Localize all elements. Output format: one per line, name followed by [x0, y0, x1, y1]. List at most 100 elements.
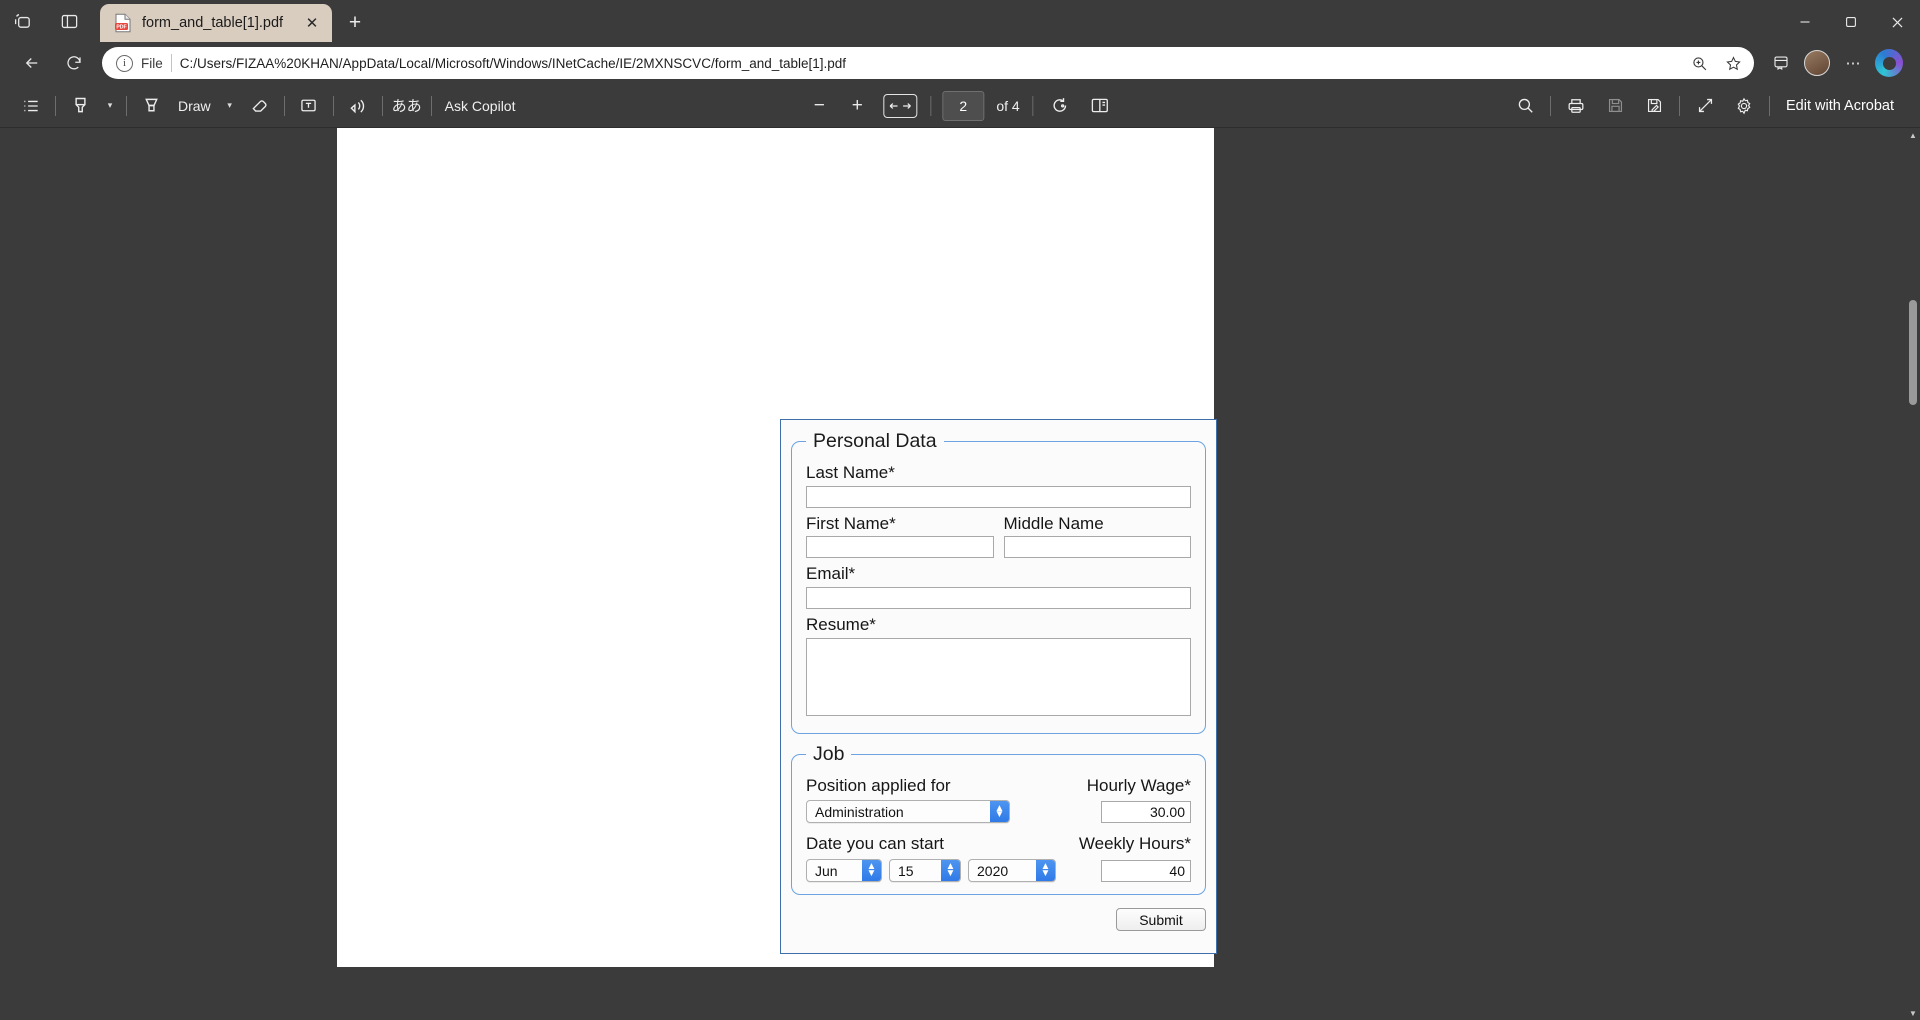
middle-name-input[interactable]: [1003, 536, 1191, 559]
toolbar-divider: [381, 95, 383, 116]
omnibox-divider: [170, 54, 172, 72]
start-day-select[interactable]: 15 ▲ ▼: [889, 859, 961, 883]
browser-title-bar: PDF form_and_table[1].pdf ✕ +: [0, 0, 1920, 42]
email-label: Email*: [806, 564, 856, 584]
window-minimize-button[interactable]: [1782, 2, 1828, 42]
url-bar[interactable]: i File C:/Users/FIZAA%20KHAN/AppData/Loc…: [102, 47, 1754, 79]
middle-name-label: Middle Name: [1003, 513, 1104, 533]
last-name-input[interactable]: [806, 485, 1191, 508]
email-input[interactable]: [806, 587, 1191, 610]
browser-tab[interactable]: PDF form_and_table[1].pdf ✕: [100, 4, 332, 42]
page-total-label: of 4: [996, 97, 1020, 114]
translate-glyph: ああ: [391, 98, 422, 115]
first-name-input[interactable]: [806, 536, 994, 559]
highlight-icon[interactable]: [61, 90, 99, 122]
draw-pen-icon[interactable]: [132, 90, 170, 122]
search-icon[interactable]: [1506, 90, 1544, 122]
start-month-stepper-icon: ▲ ▼: [862, 860, 881, 882]
save-as-icon[interactable]: [1635, 90, 1673, 122]
add-favorite-icon[interactable]: [1720, 50, 1746, 76]
toolbar-divider: [1679, 95, 1680, 116]
position-select-stepper-icon: ▲ ▼: [990, 801, 1009, 823]
toolbar-divider: [55, 95, 56, 116]
toolbar-divider: [430, 95, 432, 116]
weekly-hours-label: Weekly Hours*: [1078, 834, 1191, 854]
start-year-value: 2020: [977, 862, 1009, 879]
profile-avatar[interactable]: [1800, 47, 1834, 79]
table-of-contents-icon[interactable]: [12, 90, 50, 122]
start-year-select[interactable]: 2020 ▲ ▼: [968, 859, 1056, 883]
personal-data-legend: Personal Data: [813, 430, 937, 452]
print-icon[interactable]: [1557, 90, 1595, 122]
zoom-in-page-icon[interactable]: [1686, 50, 1712, 76]
job-fieldset: Job Position applied for Hourly Wage* Ad…: [791, 742, 1206, 896]
svg-text:PDF: PDF: [116, 25, 126, 31]
url-text[interactable]: C:/Users/FIZAA%20KHAN/AppData/Local/Micr…: [180, 56, 1678, 71]
site-info-icon[interactable]: i: [116, 54, 133, 72]
resume-textarea[interactable]: [806, 637, 1191, 716]
tab-title: form_and_table[1].pdf: [142, 15, 284, 31]
hourly-wage-input[interactable]: [1101, 800, 1191, 823]
toolbar-divider: [930, 95, 932, 116]
page-view-icon[interactable]: [1081, 90, 1119, 122]
rotate-icon[interactable]: [1041, 90, 1079, 122]
start-year-stepper-icon: ▲ ▼: [1036, 860, 1055, 882]
back-button[interactable]: [14, 47, 50, 79]
refresh-button[interactable]: [56, 47, 92, 79]
toolbar-divider: [1769, 95, 1770, 116]
start-day-value: 15: [898, 862, 914, 879]
new-tab-button[interactable]: +: [338, 6, 372, 40]
page-number-input[interactable]: 2: [942, 90, 985, 121]
start-date-group: Jun ▲ ▼ 15 ▲ ▼ 2020 ▲ ▼: [806, 859, 1056, 883]
start-day-stepper-icon: ▲ ▼: [941, 860, 960, 882]
viewer-scrollbar[interactable]: ▲ ▼: [1906, 128, 1920, 1020]
scroll-up-arrow-icon[interactable]: ▲: [1906, 128, 1920, 142]
weekly-hours-input[interactable]: [1101, 859, 1191, 882]
toolbar-divider: [283, 95, 285, 116]
split-screen-icon[interactable]: [46, 1, 92, 41]
settings-gear-icon[interactable]: [1725, 90, 1763, 122]
pdf-toolbar-right: Edit with Acrobat: [1506, 90, 1908, 122]
resume-label: Resume*: [806, 615, 876, 635]
file-scheme-label: File: [141, 55, 163, 71]
workspaces-icon[interactable]: [0, 1, 46, 41]
pdf-form: Personal Data Last Name* First Name* Mid…: [780, 419, 1217, 954]
pdf-viewer: Personal Data Last Name* First Name* Mid…: [0, 128, 1920, 1020]
toolbar-divider: [1032, 95, 1034, 116]
scrollbar-thumb[interactable]: [1909, 300, 1917, 405]
ask-copilot-button[interactable]: Ask Copilot: [437, 98, 524, 114]
highlight-dropdown-chevron-icon[interactable]: ▾: [99, 91, 121, 121]
position-select[interactable]: Administration ▲ ▼: [806, 800, 1010, 824]
add-text-icon[interactable]: [290, 90, 328, 122]
fit-to-width-button[interactable]: [883, 93, 918, 118]
draw-dropdown-chevron-icon[interactable]: ▾: [219, 91, 241, 121]
read-aloud-icon[interactable]: [339, 90, 377, 122]
browser-settings-icon[interactable]: ⋯: [1836, 47, 1870, 79]
start-month-value: Jun: [815, 862, 838, 879]
toolbar-divider: [332, 95, 334, 116]
browser-address-bar: i File C:/Users/FIZAA%20KHAN/AppData/Loc…: [0, 42, 1920, 84]
fullscreen-icon[interactable]: [1686, 90, 1724, 122]
collections-icon[interactable]: [1764, 47, 1798, 79]
copilot-icon[interactable]: [1872, 47, 1906, 79]
save-icon[interactable]: [1596, 90, 1634, 122]
translate-icon[interactable]: ああ: [388, 90, 426, 122]
draw-label[interactable]: Draw: [170, 98, 219, 114]
toolbar-divider: [1550, 95, 1551, 116]
last-name-label: Last Name*: [806, 463, 895, 482]
tab-close-icon[interactable]: ✕: [300, 11, 324, 35]
submit-button[interactable]: Submit: [1116, 908, 1206, 932]
scroll-down-arrow-icon[interactable]: ▼: [1906, 1006, 1920, 1020]
zoom-out-button[interactable]: −: [801, 91, 837, 121]
pdf-page-current: Personal Data Last Name* First Name* Mid…: [337, 157, 1217, 967]
edit-with-acrobat-button[interactable]: Edit with Acrobat: [1776, 98, 1908, 114]
position-label: Position applied for: [806, 775, 951, 795]
window-maximize-button[interactable]: [1828, 2, 1874, 42]
zoom-in-button[interactable]: +: [839, 91, 875, 121]
browser-toolbar-actions: ⋯: [1764, 47, 1906, 79]
hourly-wage-label: Hourly Wage*: [1086, 775, 1191, 795]
personal-data-fieldset: Personal Data Last Name* First Name* Mid…: [791, 430, 1206, 734]
eraser-icon[interactable]: [241, 90, 279, 122]
window-close-button[interactable]: [1874, 2, 1920, 42]
start-month-select[interactable]: Jun ▲ ▼: [806, 859, 882, 883]
